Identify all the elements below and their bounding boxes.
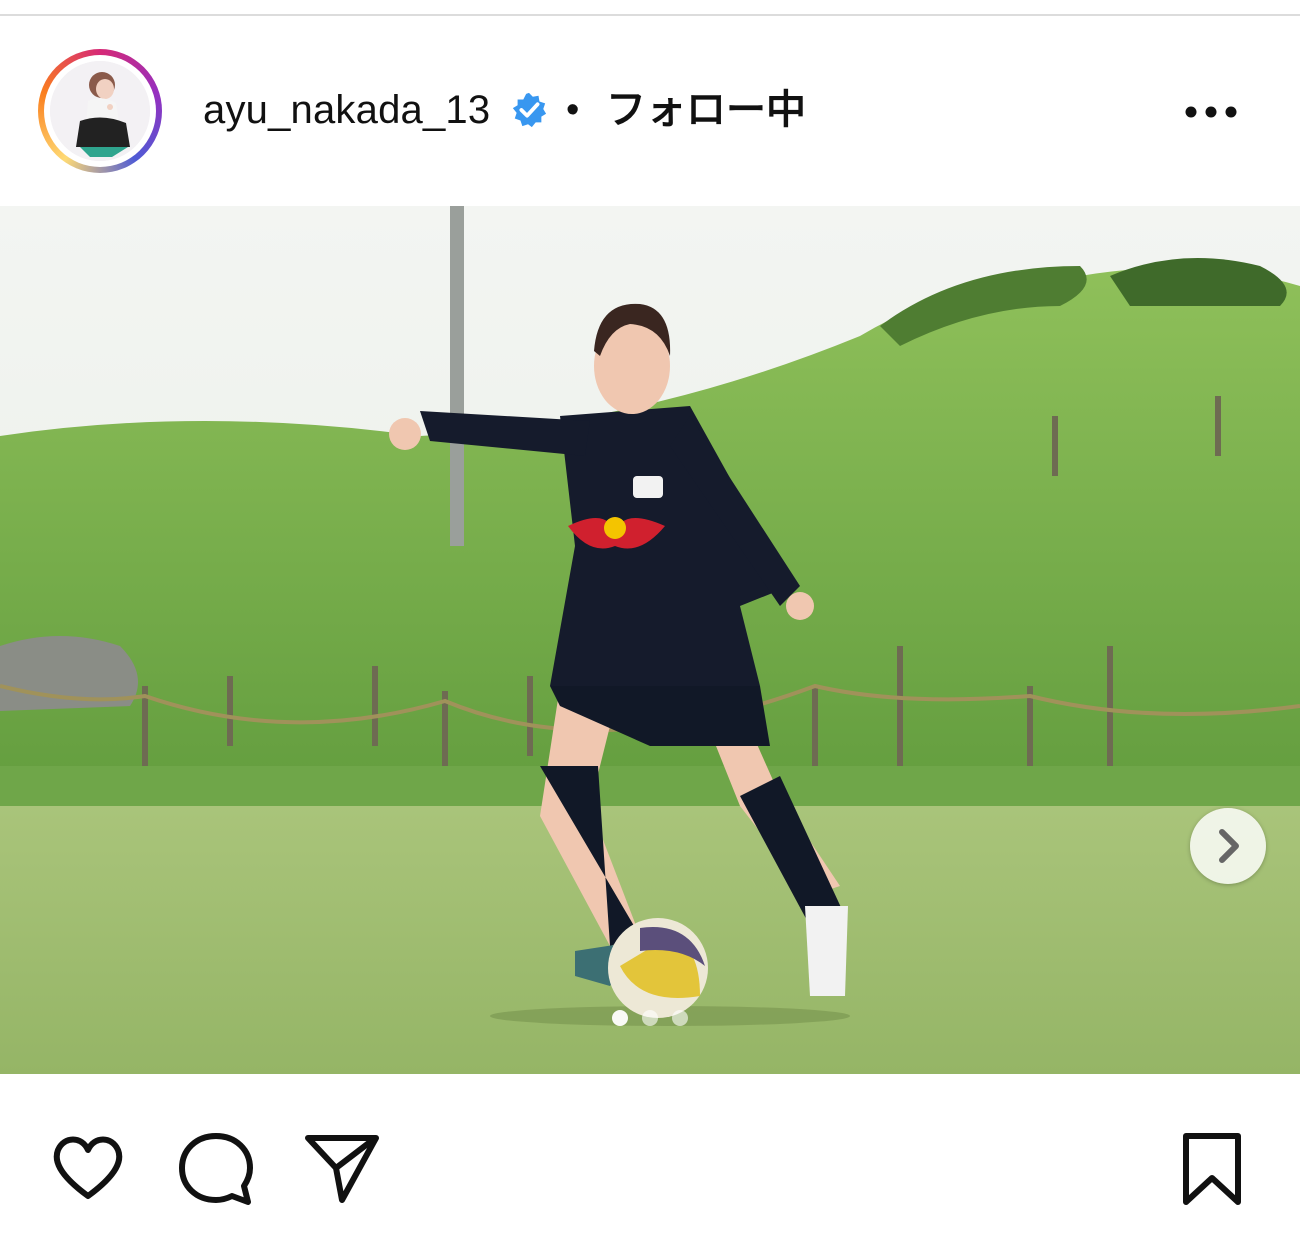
following-button[interactable]: フォロー中 — [606, 82, 806, 138]
post-photo[interactable] — [0, 206, 1300, 1074]
carousel-indicator — [612, 1010, 688, 1026]
separator-dot: • — [566, 89, 580, 131]
top-divider — [0, 14, 1300, 16]
paper-plane-icon[interactable] — [302, 1128, 382, 1208]
soccer-player-photo — [0, 206, 1300, 1074]
bookmark-icon[interactable] — [1172, 1128, 1252, 1208]
more-options-icon[interactable] — [1180, 95, 1242, 129]
username[interactable]: ayu_nakada_13 — [203, 82, 490, 138]
carousel-next-button[interactable] — [1190, 808, 1266, 884]
comment-bubble-icon[interactable] — [176, 1128, 256, 1208]
profile-avatar[interactable] — [38, 49, 162, 173]
chevron-right-icon — [1219, 829, 1239, 863]
verified-badge-icon — [512, 92, 547, 128]
avatar-image — [50, 61, 150, 161]
heart-icon[interactable] — [48, 1128, 128, 1208]
